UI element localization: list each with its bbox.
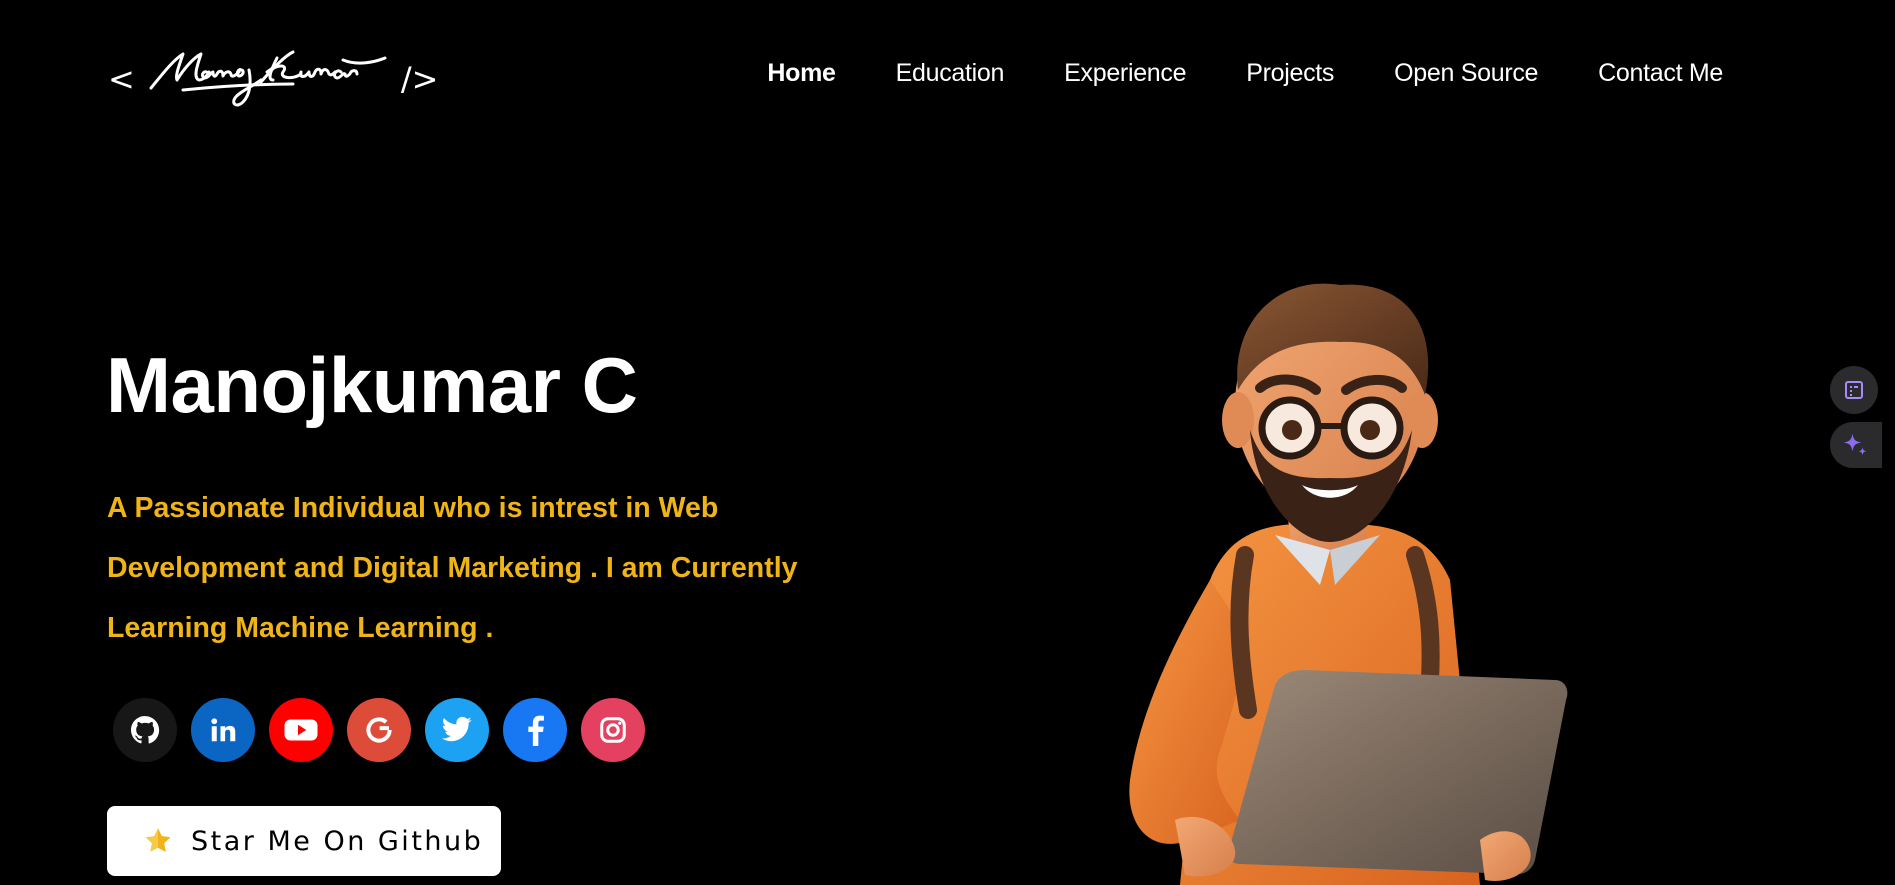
hero-subtitle: A Passionate Individual who is intrest i… (107, 478, 867, 658)
instagram-icon (600, 717, 626, 743)
nav-experience[interactable]: Experience (1034, 50, 1216, 96)
sparkle-icon (1843, 433, 1867, 455)
star-on-github-button[interactable]: Star Me On Github (107, 806, 501, 876)
twitter-button[interactable] (425, 698, 489, 762)
nav-projects[interactable]: Projects (1216, 50, 1364, 96)
hero-subtitle-line: Learning Machine Learning . (107, 612, 494, 644)
social-links (113, 698, 645, 762)
signature-logo (149, 50, 387, 107)
hero-subtitle-line: Development and Digital Marketing . I am… (107, 552, 798, 584)
facebook-button[interactable] (503, 698, 567, 762)
document-icon (1845, 381, 1863, 399)
header: < /> Home Education Experience Projects … (0, 0, 1895, 150)
developer-illustration (1129, 283, 1568, 885)
nav-home[interactable]: Home (737, 50, 865, 96)
star-button-label: Star Me On Github (191, 825, 484, 857)
facebook-icon (528, 715, 544, 746)
logo-open-bracket: < (108, 60, 135, 98)
nav-education[interactable]: Education (866, 50, 1035, 96)
star-icon (143, 826, 173, 856)
twitter-icon (441, 716, 472, 742)
google-button[interactable] (347, 698, 411, 762)
hero-title: Manojkumar C (106, 341, 638, 429)
side-ai-button[interactable] (1830, 422, 1882, 468)
youtube-icon (284, 719, 318, 741)
main-nav: Home Education Experience Projects Open … (737, 50, 1753, 96)
github-button[interactable] (113, 698, 177, 762)
logo-close-bracket: /> (400, 60, 439, 98)
side-document-button[interactable] (1830, 366, 1878, 414)
page: < /> Home Education Experience Projects … (0, 0, 1895, 885)
youtube-button[interactable] (269, 698, 333, 762)
nav-open-source[interactable]: Open Source (1364, 50, 1568, 96)
hero-subtitle-line: A Passionate Individual who is intrest i… (107, 492, 719, 524)
linkedin-icon (211, 718, 236, 742)
logo[interactable]: < /> (108, 44, 438, 114)
instagram-button[interactable] (581, 698, 645, 762)
github-icon (131, 716, 160, 744)
linkedin-button[interactable] (191, 698, 255, 762)
nav-contact-me[interactable]: Contact Me (1568, 50, 1753, 96)
google-icon (366, 717, 392, 743)
